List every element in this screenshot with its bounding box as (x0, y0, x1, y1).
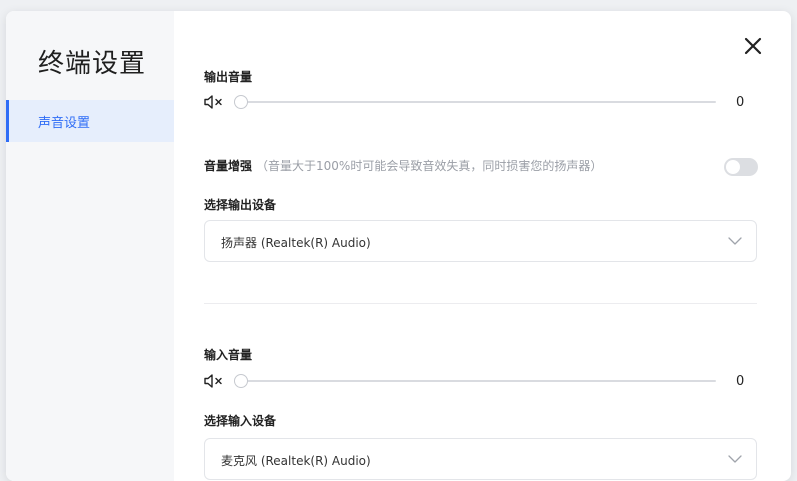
input-volume-slider-track[interactable] (238, 380, 716, 382)
input-volume-value: 0 (736, 374, 745, 389)
section-divider (204, 303, 757, 304)
input-device-label: 选择输入设备 (204, 414, 277, 428)
volume-boost-toggle[interactable] (724, 158, 758, 176)
terminal-settings-dialog: 终端设置 声音设置 输出音量 0 音量增强 （音量大于100%时可能会导致音效失真… (6, 11, 791, 481)
speaker-muted-icon[interactable] (204, 374, 226, 388)
output-volume-slider-track[interactable] (238, 101, 716, 103)
close-button[interactable] (740, 33, 766, 59)
sidebar-item-label: 声音设置 (38, 116, 91, 131)
toggle-knob (726, 160, 740, 174)
output-device-value: 扬声器 (Realtek(R) Audio) (221, 236, 371, 250)
chevron-down-icon (728, 237, 742, 245)
volume-boost-row: 音量增强 （音量大于100%时可能会导致音效失真，同时损害您的扬声器） (204, 157, 602, 174)
sidebar: 终端设置 声音设置 (6, 11, 174, 481)
volume-boost-label: 音量增强 (204, 159, 253, 173)
close-icon (744, 37, 762, 55)
output-volume-label: 输出音量 (204, 70, 253, 84)
output-device-select[interactable]: 扬声器 (Realtek(R) Audio) (204, 220, 757, 262)
output-volume-value: 0 (736, 95, 745, 110)
input-device-value: 麦克风 (Realtek(R) Audio) (221, 454, 371, 468)
output-volume-slider-knob[interactable] (234, 95, 248, 109)
input-volume-slider-knob[interactable] (234, 374, 248, 388)
output-device-label: 选择输出设备 (204, 198, 277, 212)
volume-boost-description: （音量大于100%时可能会导致音效失真，同时损害您的扬声器） (256, 159, 603, 173)
speaker-muted-icon[interactable] (204, 95, 226, 109)
sidebar-title: 终端设置 (38, 49, 147, 79)
chevron-down-icon (728, 455, 742, 463)
sidebar-item-sound-settings[interactable]: 声音设置 (6, 100, 174, 142)
input-volume-label: 输入音量 (204, 348, 253, 362)
